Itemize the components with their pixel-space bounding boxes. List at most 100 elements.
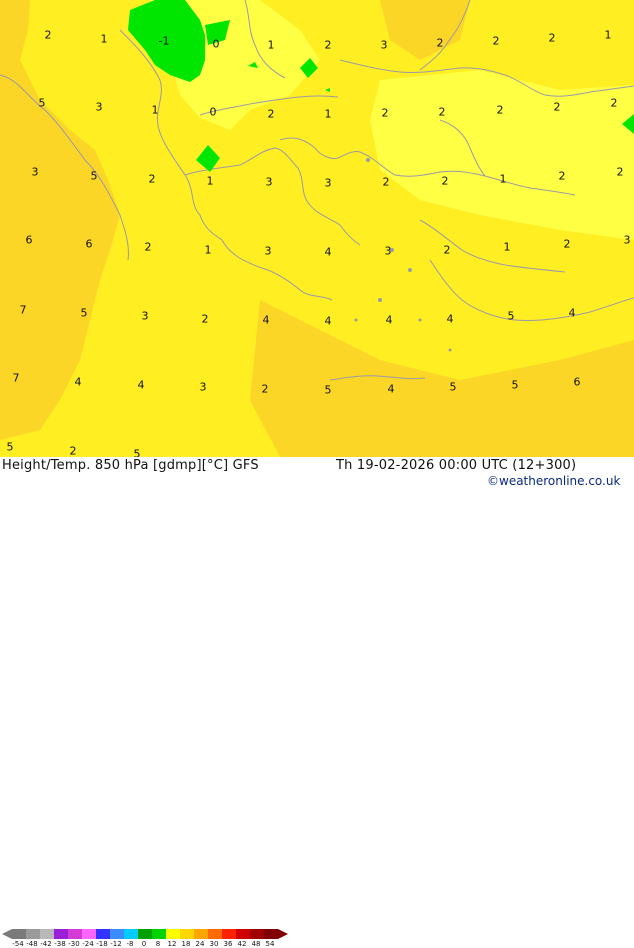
- temperature-label: 2: [148, 172, 156, 186]
- scale-left-arrow: [2, 929, 12, 939]
- temperature-label: 2: [144, 240, 152, 254]
- scale-segment: [110, 929, 124, 939]
- temperature-label: 1: [267, 38, 275, 52]
- temperature-label: 2: [381, 106, 389, 120]
- temperature-label: 2: [492, 34, 500, 48]
- scale-tick-label: -54: [12, 940, 24, 948]
- scale-tick-label: 36: [223, 940, 233, 948]
- scale-tick-label: 12: [167, 940, 177, 948]
- scale-segment: [208, 929, 222, 939]
- scale-tick-label: 18: [181, 940, 191, 948]
- scale-segment: [124, 929, 138, 939]
- scale-segment: [40, 929, 54, 939]
- scale-tick-label: -8: [126, 940, 134, 948]
- temperature-label: 1: [204, 243, 212, 257]
- scale-tick-label: -30: [68, 940, 80, 948]
- temperature-label: 4: [262, 313, 270, 327]
- scale-segment: [166, 929, 180, 939]
- temperature-label: 2: [436, 36, 444, 50]
- temperature-label: 4: [385, 313, 393, 327]
- scale-segment: [138, 929, 152, 939]
- temperature-label: 5: [324, 383, 332, 397]
- temperature-label: 4: [74, 375, 82, 389]
- temperature-label: 4: [387, 382, 395, 396]
- temperature-label: 5: [80, 306, 88, 320]
- scale-segment: [264, 929, 278, 939]
- color-scale: [2, 929, 288, 939]
- temperature-label: 2: [553, 100, 561, 114]
- temperature-label: 2: [261, 382, 269, 396]
- temperature-label: 4: [324, 314, 332, 328]
- temperature-label: 5: [449, 380, 457, 394]
- scale-segment: [180, 929, 194, 939]
- scale-tick-label: -38: [54, 940, 66, 948]
- scale-segment: [152, 929, 166, 939]
- scale-segment: [68, 929, 82, 939]
- scale-tick-label: 0: [141, 940, 147, 948]
- temperature-label: 2: [610, 96, 618, 110]
- scale-tick-label: -42: [40, 940, 52, 948]
- scale-segment: [236, 929, 250, 939]
- temperature-label: 2: [443, 243, 451, 257]
- temperature-label: 5: [133, 447, 141, 458]
- scale-tick-label: 48: [251, 940, 261, 948]
- temperature-label: 1: [151, 103, 159, 117]
- temperature-label: 3: [264, 244, 272, 258]
- temperature-label: 6: [85, 237, 93, 251]
- scale-segment: [54, 929, 68, 939]
- temperature-label: 3: [95, 100, 103, 114]
- temperature-label: 1: [100, 32, 108, 46]
- temperature-label: 2: [69, 444, 77, 457]
- temperature-label: 2: [558, 169, 566, 183]
- scale-tick-label: 24: [195, 940, 205, 948]
- temperature-label: 2: [201, 312, 209, 326]
- temperature-label: 2: [563, 237, 571, 251]
- temperature-label: 2: [441, 174, 449, 188]
- temperature-label: 2: [382, 175, 390, 189]
- temperature-label: 1: [503, 240, 511, 254]
- scale-segment: [250, 929, 264, 939]
- map-footer: Height/Temp. 850 hPa [gdmp][°C] GFS Th 1…: [0, 457, 634, 948]
- temperature-label: 6: [25, 233, 33, 247]
- temperature-label: 1: [324, 107, 332, 121]
- temperature-label: 3: [141, 309, 149, 323]
- temperature-label: 5: [6, 440, 14, 454]
- credit-link[interactable]: ©weatheronline.co.uk: [487, 474, 620, 488]
- temperature-label: 3: [31, 165, 39, 179]
- temperature-label: 1: [604, 28, 612, 42]
- temperature-label: 4: [446, 312, 454, 326]
- temperature-label: 3: [265, 175, 273, 189]
- map-fields: [0, 0, 634, 457]
- temperature-label: 2: [267, 107, 275, 121]
- scale-segment: [12, 929, 26, 939]
- temperature-label: 2: [548, 31, 556, 45]
- temperature-label: 5: [90, 169, 98, 183]
- scale-tick-label: -12: [110, 940, 122, 948]
- temperature-label: 0: [212, 37, 220, 51]
- temperature-label: 7: [19, 303, 27, 317]
- scale-tick-label: 42: [237, 940, 247, 948]
- temperature-label: 3: [199, 380, 207, 394]
- temperature-label: 4: [324, 245, 332, 259]
- scale-right-arrow: [278, 929, 288, 939]
- weather-map: 2 1 -1 0 1 2 3 2 2 2 1 5 3 1 0 2 1 2 2 2 2 2 3 5 2 1 3 3 2 2 1 2 2 6 6 2 1 3 4…: [0, 0, 634, 457]
- temperature-label: 5: [511, 378, 519, 392]
- map-title: Height/Temp. 850 hPa [gdmp][°C] GFS: [2, 458, 259, 473]
- temperature-label: 1: [206, 174, 214, 188]
- scale-segment: [26, 929, 40, 939]
- temperature-label: 7: [12, 371, 20, 385]
- scale-tick-label: 8: [155, 940, 161, 948]
- temperature-label: 3: [623, 233, 631, 247]
- temperature-label: 2: [44, 28, 52, 42]
- scale-segment: [82, 929, 96, 939]
- temperature-label: 3: [384, 244, 392, 258]
- temperature-label: 2: [616, 165, 624, 179]
- scale-segment: [194, 929, 208, 939]
- temperature-label: 1: [499, 172, 507, 186]
- scale-tick-label: -24: [82, 940, 94, 948]
- temperature-label: 6: [573, 375, 581, 389]
- valid-time: Th 19-02-2026 00:00 UTC (12+300): [336, 458, 577, 473]
- temperature-label: 2: [438, 105, 446, 119]
- temperature-label: 4: [568, 306, 576, 320]
- temperature-label: 2: [496, 103, 504, 117]
